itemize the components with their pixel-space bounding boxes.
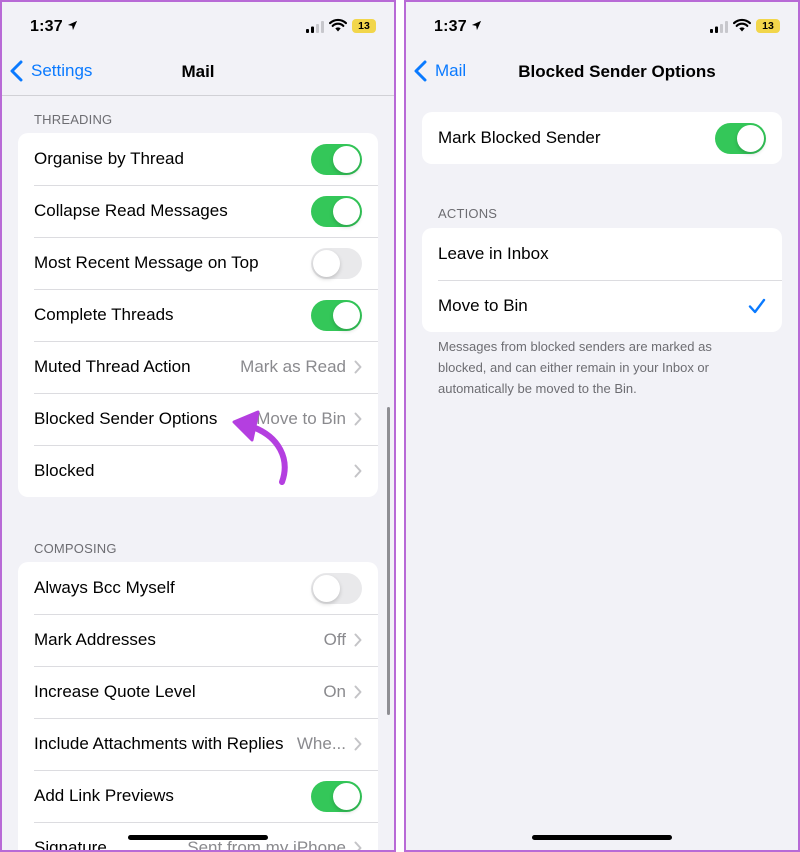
home-indicator[interactable] <box>532 835 672 840</box>
row-value: Mark as Read <box>240 357 346 376</box>
section-header-actions: ACTIONS <box>438 206 498 221</box>
section-header-threading: THREADING <box>34 112 113 127</box>
back-button[interactable]: Mail <box>414 60 466 82</box>
row-label: Muted Thread Action <box>34 357 191 376</box>
always-bcc-myself-toggle[interactable] <box>311 572 362 604</box>
row-muted-thread-action[interactable]: Muted Thread Action Mark as Read <box>18 341 378 393</box>
chevron-right-icon <box>354 841 362 850</box>
row-organise-by-thread[interactable]: Organise by Thread <box>18 133 378 185</box>
chevron-right-icon <box>354 685 362 699</box>
row-value: Sent from my iPhone <box>187 838 346 852</box>
row-blocked-sender-options[interactable]: Blocked Sender Options Move to Bin <box>18 393 378 445</box>
chevron-right-icon <box>354 633 362 647</box>
most-recent-on-top-toggle[interactable] <box>311 247 362 279</box>
option-label: Move to Bin <box>438 296 528 315</box>
row-label: Organise by Thread <box>34 149 184 168</box>
wifi-icon <box>733 18 751 32</box>
battery-indicator: 13 <box>756 19 780 33</box>
row-label: Include Attachments with Replies <box>34 734 284 753</box>
row-blocked[interactable]: Blocked <box>18 445 378 497</box>
toggle-knob <box>313 574 340 602</box>
toggle-knob <box>333 782 360 810</box>
annotation-arrow-icon <box>232 410 288 485</box>
toggle-knob <box>737 124 764 152</box>
mark-blocked-sender-toggle[interactable] <box>715 122 766 154</box>
status-time: 1:37 <box>434 18 482 36</box>
footer-line: Messages from blocked senders are marked… <box>438 339 712 354</box>
chevron-left-icon <box>414 60 427 82</box>
row-add-link-previews[interactable]: Add Link Previews <box>18 770 378 822</box>
row-increase-quote-level[interactable]: Increase Quote Level On <box>18 666 378 718</box>
option-leave-in-inbox[interactable]: Leave in Inbox <box>422 228 782 280</box>
footer-line: blocked, and can either remain in your I… <box>438 360 709 375</box>
cellular-signal-icon <box>306 21 324 33</box>
threading-group: Organise by Thread Collapse Read Message… <box>18 133 378 497</box>
organise-by-thread-toggle[interactable] <box>311 143 362 175</box>
row-mark-blocked-sender[interactable]: Mark Blocked Sender <box>422 112 782 164</box>
collapse-read-messages-toggle[interactable] <box>311 195 362 227</box>
chevron-right-icon <box>354 412 362 426</box>
chevron-right-icon <box>354 360 362 374</box>
row-label: Collapse Read Messages <box>34 201 228 220</box>
row-label: Complete Threads <box>34 305 174 324</box>
toggle-knob <box>333 301 360 329</box>
actions-group: Leave in Inbox Move to Bin <box>422 228 782 332</box>
blocked-sender-options-screen: 1:37 13 Mail Blocked Sender Options Mark… <box>404 0 800 852</box>
battery-indicator: 13 <box>352 19 376 33</box>
add-link-previews-toggle[interactable] <box>311 780 362 812</box>
row-label: Always Bcc Myself <box>34 578 175 597</box>
row-include-attachments[interactable]: Include Attachments with Replies Whe... <box>18 718 378 770</box>
footer-line: automatically be moved to the Bin. <box>438 381 637 396</box>
complete-threads-toggle[interactable] <box>311 299 362 331</box>
navigation-bar: Settings Mail <box>2 52 394 96</box>
row-mark-addresses[interactable]: Mark Addresses Off <box>18 614 378 666</box>
time-label: 1:37 <box>30 18 63 35</box>
row-label: Mark Blocked Sender <box>438 128 601 147</box>
location-arrow-icon <box>471 20 481 31</box>
row-value: On <box>323 682 346 701</box>
row-label: Most Recent Message on Top <box>34 253 259 272</box>
cellular-signal-icon <box>710 21 728 33</box>
location-arrow-icon <box>67 20 77 31</box>
option-move-to-bin[interactable]: Move to Bin <box>422 280 782 332</box>
home-indicator[interactable] <box>128 835 268 840</box>
back-button-label: Mail <box>435 61 467 80</box>
status-bar: 1:37 13 <box>2 2 394 52</box>
row-label: Signature <box>34 838 107 852</box>
page-title: Mail <box>181 62 215 81</box>
row-most-recent-on-top[interactable]: Most Recent Message on Top <box>18 237 378 289</box>
row-label: Blocked <box>34 461 95 480</box>
toggle-knob <box>313 249 340 277</box>
actions-footer-note: Messages from blocked senders are marked… <box>438 336 778 399</box>
toggle-knob <box>333 145 360 173</box>
checkmark-icon <box>748 298 766 314</box>
row-collapse-read-messages[interactable]: Collapse Read Messages <box>18 185 378 237</box>
wifi-icon <box>329 18 347 32</box>
section-header-composing: COMPOSING <box>34 541 117 556</box>
row-always-bcc-myself[interactable]: Always Bcc Myself <box>18 562 378 614</box>
status-bar: 1:37 13 <box>406 2 798 52</box>
status-time: 1:37 <box>30 18 78 36</box>
option-label: Leave in Inbox <box>438 244 549 263</box>
row-label: Increase Quote Level <box>34 682 196 701</box>
row-value: Off <box>323 630 346 649</box>
row-value: Whe... <box>296 734 346 753</box>
row-complete-threads[interactable]: Complete Threads <box>18 289 378 341</box>
nav-divider <box>2 95 394 96</box>
toggle-knob <box>333 197 360 225</box>
mark-blocked-group: Mark Blocked Sender <box>422 112 782 164</box>
chevron-right-icon <box>354 464 362 478</box>
composing-group: Always Bcc Myself Mark Addresses Off Inc… <box>18 562 378 852</box>
page-title: Blocked Sender Options <box>518 62 716 81</box>
row-label: Blocked Sender Options <box>34 409 218 428</box>
row-label: Add Link Previews <box>34 786 174 805</box>
time-label: 1:37 <box>434 18 467 35</box>
mail-settings-screen: 1:37 13 Settings Mail THREADING Organise… <box>0 0 396 852</box>
row-label: Mark Addresses <box>34 630 156 649</box>
chevron-right-icon <box>354 737 362 751</box>
scrollbar[interactable] <box>387 407 390 715</box>
navigation-bar: Mail Blocked Sender Options <box>406 52 798 96</box>
